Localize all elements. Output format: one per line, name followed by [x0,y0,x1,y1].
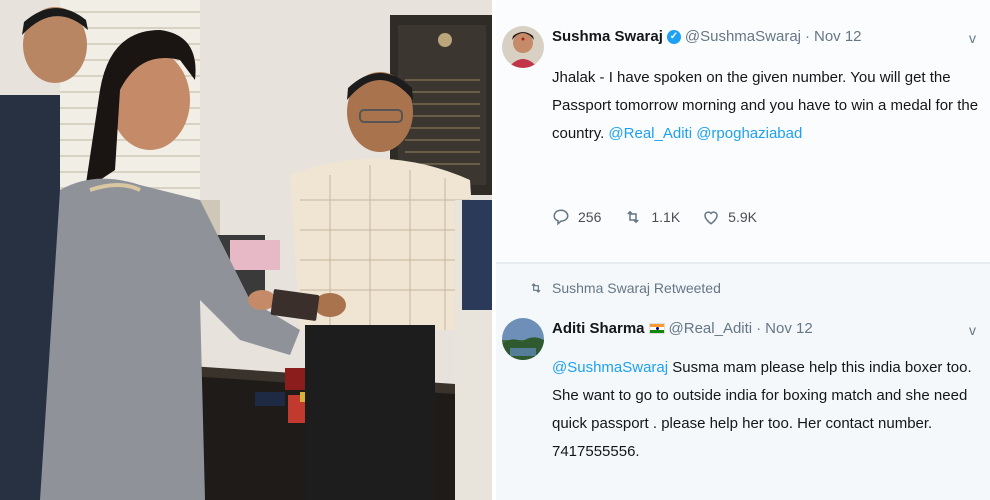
separator-dot: · [756,320,762,337]
tweet-text: Jhalak - I have spoken on the given numb… [552,64,980,148]
like-count: 5.9K [728,209,757,225]
tweet-header: Aditi Sharma @Real_Aditi · Nov 12 [552,320,813,337]
tweet-date[interactable]: Nov 12 [765,320,813,337]
retweet-button[interactable]: 1.1K [623,208,680,226]
separator-dot: · [805,28,810,45]
aditi-avatar-image [502,318,544,360]
passport-handover-photo [0,0,492,500]
author-handle[interactable]: @SushmaSwaraj [685,28,801,45]
author-name[interactable]: Aditi Sharma [552,320,645,337]
mention-link[interactable]: @rpoghaziabad [696,125,802,142]
reply-icon [553,209,569,226]
tweet-sushma-swaraj[interactable]: Sushma Swaraj ✓ @SushmaSwaraj · Nov 12 v… [496,0,990,262]
reply-count: 256 [578,209,602,225]
retweet-icon [531,283,541,293]
sushma-avatar-image [502,26,544,68]
mention-link[interactable]: @Real_Aditi [608,125,692,142]
retweet-notice-text[interactable]: Sushma Swaraj Retweeted [552,280,721,296]
avatar[interactable] [502,318,544,360]
chevron-down-icon[interactable]: v [969,322,976,338]
author-name[interactable]: Sushma Swaraj [552,28,663,45]
tweet-actions: 256 1.1K 5.9K [552,208,779,226]
tweet-date[interactable]: Nov 12 [814,28,862,45]
retweet-notice: Sushma Swaraj Retweeted [528,280,721,296]
retweet-icon [627,210,640,224]
india-flag-icon [648,323,665,334]
verified-badge-icon: ✓ [666,29,681,44]
tweet-feed: Sushma Swaraj ✓ @SushmaSwaraj · Nov 12 v… [496,0,990,500]
tweet-aditi-sharma[interactable]: Sushma Swaraj Retweeted Aditi Sharma @Re… [496,264,990,500]
retweet-count: 1.1K [651,209,681,225]
avatar[interactable] [502,26,544,68]
author-handle[interactable]: @Real_Aditi [669,320,753,337]
chevron-down-icon[interactable]: v [969,30,976,46]
mention-link[interactable]: @SushmaSwaraj [552,359,668,376]
reply-button[interactable]: 256 [552,208,601,226]
tweet-header: Sushma Swaraj ✓ @SushmaSwaraj · Nov 12 [552,28,862,45]
tweet-text: @SushmaSwaraj Susma mam please help this… [552,354,982,466]
news-photo [0,0,492,500]
like-button[interactable]: 5.9K [702,208,757,226]
like-icon [704,211,718,225]
